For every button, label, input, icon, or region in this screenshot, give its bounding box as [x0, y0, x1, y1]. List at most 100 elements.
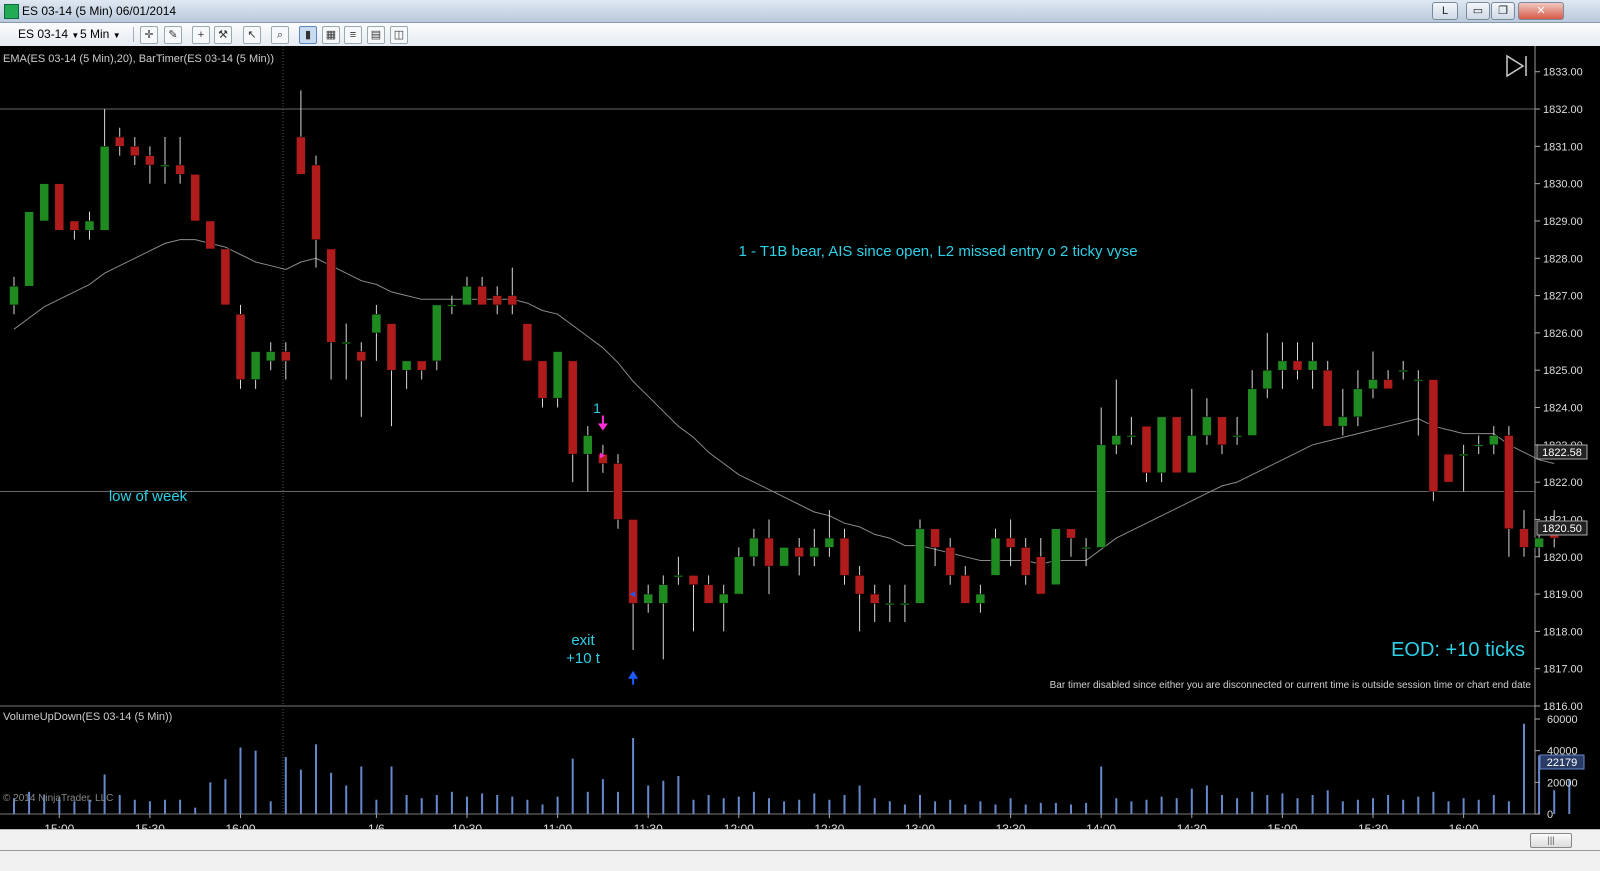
time-tick-label: 14:00	[1086, 822, 1116, 829]
properties-icon[interactable]: ≡	[344, 26, 362, 44]
candle-body	[1202, 416, 1212, 436]
window-title: ES 03-14 (5 Min) 06/01/2014	[22, 4, 177, 18]
pointer-icon[interactable]: ↖	[243, 26, 261, 44]
candle-body	[1126, 435, 1137, 438]
candle-body	[341, 341, 351, 344]
pencil-icon[interactable]: ✎	[164, 26, 182, 44]
candle-body	[326, 248, 336, 343]
candle-body	[250, 351, 261, 380]
candle-body	[1428, 379, 1439, 492]
interval-label: 5 Min	[80, 27, 110, 41]
candle-body	[779, 547, 789, 567]
time-tick-label: 1/6	[368, 822, 385, 829]
scrollbar-thumb[interactable]: |||	[1530, 833, 1572, 848]
candle-body	[1519, 528, 1529, 548]
candle-body	[24, 211, 34, 287]
candle-body	[915, 528, 925, 604]
candle-body	[1398, 369, 1408, 372]
candle-body	[1322, 369, 1333, 427]
horizontal-scrollbar[interactable]	[0, 829, 1600, 851]
candle-body	[296, 136, 306, 175]
bars-icon[interactable]: ▮	[299, 26, 317, 44]
ema-price-tag-text: 1822.58	[1542, 447, 1582, 459]
candle-body	[1534, 537, 1544, 548]
candle-body	[1081, 547, 1091, 550]
candle-body	[960, 575, 971, 604]
volume-tick-label: 0	[1547, 809, 1553, 821]
price-tick-label: 1826.00	[1543, 328, 1583, 340]
price-tick-label: 1828.00	[1543, 253, 1583, 265]
interval-selector[interactable]: 5 Min ▼	[80, 26, 121, 43]
price-tick-label: 1817.00	[1543, 664, 1583, 676]
candle-body	[869, 593, 880, 604]
candle-body	[1443, 453, 1454, 483]
time-tick-label: 15:30	[1358, 822, 1388, 829]
candle-body	[1187, 435, 1197, 474]
time-tick-label: 16:00	[225, 822, 255, 829]
candle-body	[477, 286, 487, 306]
candle-body	[1473, 444, 1484, 447]
price-tick-label: 1824.00	[1543, 403, 1583, 415]
price-tick-label: 1833.00	[1543, 67, 1583, 79]
candle-body	[1458, 453, 1469, 456]
setup-note: 1 - T1B bear, AIS since open, L2 missed …	[738, 243, 1137, 260]
candle-body	[1504, 435, 1514, 530]
candle-body	[1036, 556, 1046, 595]
candle-body	[190, 174, 200, 222]
restore-button[interactable]: ❐	[1491, 2, 1515, 20]
wrench-icon[interactable]: ⚒	[214, 26, 232, 44]
time-tick-label: 11:30	[634, 822, 663, 829]
data-box-icon[interactable]: ▤	[367, 26, 385, 44]
candle-body	[900, 603, 910, 606]
candle-body	[1141, 425, 1152, 474]
candle-body	[945, 547, 955, 576]
candle-body	[537, 360, 548, 399]
candle-body	[1292, 360, 1303, 371]
candle-body	[628, 519, 638, 604]
candle-body	[84, 220, 95, 231]
panel-icon[interactable]: ◫	[390, 26, 408, 44]
crosshair-icon[interactable]: ✛	[140, 26, 158, 44]
candle-body	[1171, 416, 1182, 474]
candle-body	[1217, 416, 1227, 446]
time-tick-label: 14:30	[1177, 822, 1207, 829]
candle-body	[220, 248, 231, 306]
candle-body	[839, 537, 850, 576]
exit-ticks-label: +10 t	[566, 650, 601, 667]
minimize-button[interactable]: ▭	[1466, 2, 1490, 20]
instrument-selector[interactable]: ES 03-14 ▼	[18, 26, 79, 43]
candle-body	[703, 584, 714, 604]
candle-body	[114, 136, 125, 147]
candle-body	[39, 183, 49, 222]
candle-body	[9, 286, 19, 306]
price-tick-label: 1819.00	[1543, 589, 1583, 601]
candle-body	[990, 537, 1001, 576]
volume-tick-label: 20000	[1547, 777, 1578, 789]
link-button[interactable]: L	[1432, 2, 1458, 20]
candle-body	[885, 603, 895, 606]
candle-body	[975, 593, 986, 604]
candle-body	[1051, 528, 1061, 585]
candle-body	[281, 351, 291, 362]
toolbar-separator	[133, 27, 134, 42]
ema-price-tag: 1822.58	[1536, 444, 1588, 460]
time-tick-label: 15:30	[135, 822, 165, 829]
candle-body	[462, 286, 472, 306]
candle-body	[130, 146, 140, 156]
chart-area[interactable]: 1833.00 1832.00 1831.00 1830.00 1829.00 1828.…	[0, 46, 1600, 829]
zoom-icon[interactable]: ⌕	[271, 26, 289, 44]
candle-body	[160, 164, 170, 167]
candle-body	[1005, 537, 1016, 548]
price-tick-label: 1818.00	[1543, 626, 1583, 638]
chart-icon[interactable]: ▦	[322, 26, 340, 44]
candle-body	[401, 360, 412, 371]
close-button[interactable]: ✕	[1518, 2, 1564, 20]
chart-background	[0, 46, 1600, 829]
price-panel-label: EMA(ES 03-14 (5 Min),20), BarTimer(ES 03…	[3, 53, 274, 65]
time-tick-label: 12:30	[814, 822, 844, 829]
price-tick-label: 1830.00	[1543, 179, 1583, 191]
candle-body	[432, 304, 442, 362]
candle-body	[356, 351, 367, 362]
price-tick-label: 1829.00	[1543, 216, 1583, 228]
plus-icon[interactable]: +	[192, 26, 210, 44]
